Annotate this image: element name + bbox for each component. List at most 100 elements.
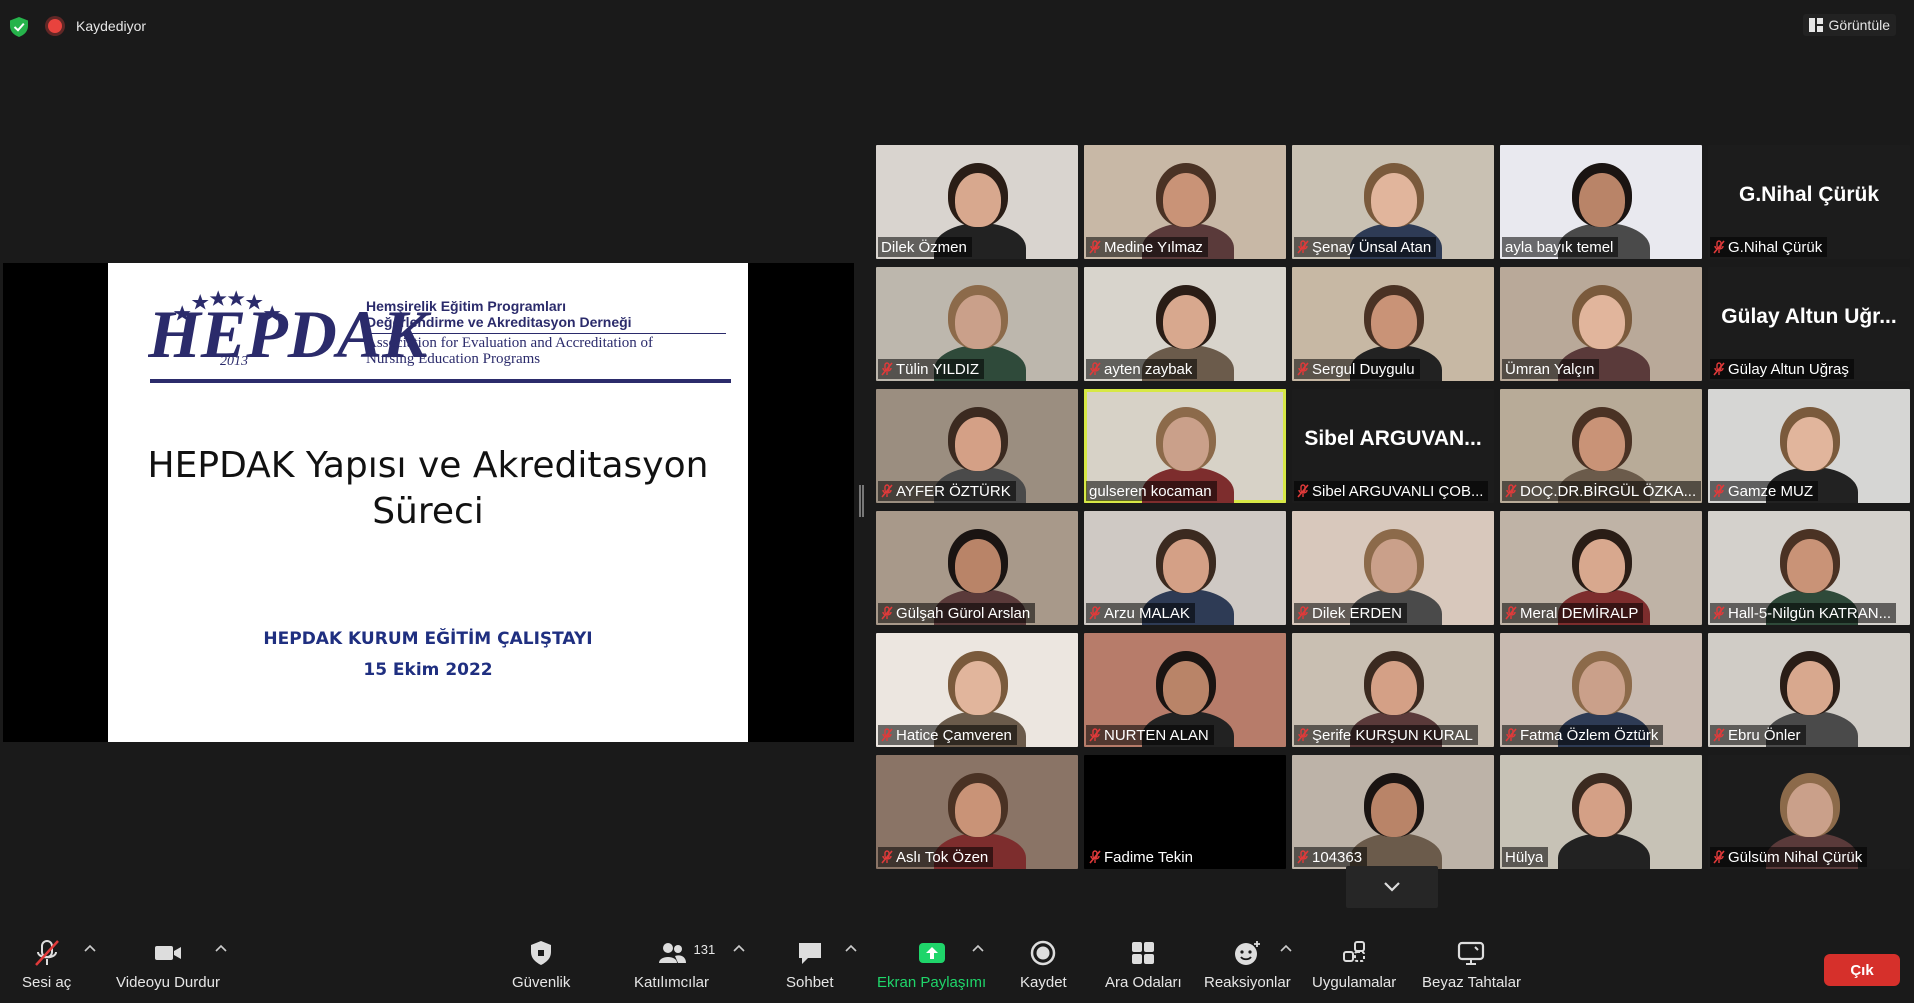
participant-tile[interactable]: Şerife KURŞUN KURAL [1292,633,1494,747]
participant-name-tag: DOÇ.DR.BİRGÜL ÖZKA... [1502,481,1702,501]
participant-name-tag: AYFER ÖZTÜRK [878,481,1016,501]
share-options-caret-icon[interactable] [972,944,984,952]
participant-tile[interactable]: NURTEN ALAN [1084,633,1286,747]
participant-name-tag: 104363 [1294,847,1368,867]
muted-mic-icon [881,728,893,742]
participant-tile[interactable]: 104363 [1292,755,1494,869]
participant-name: Fatma Özlem Öztürk [1520,726,1659,744]
participant-video-face [955,295,1001,349]
resize-handle[interactable] [859,485,864,517]
participant-name-tag: Tülin YILDIZ [878,359,985,379]
participant-name-tag: NURTEN ALAN [1086,725,1214,745]
security-shield-icon[interactable] [10,17,28,37]
participant-tile[interactable]: Meral DEMİRALP [1500,511,1702,625]
participant-video-face [955,661,1001,715]
participants-button[interactable]: 131 Katılımcılar [634,936,715,991]
participants-options-caret-icon[interactable] [733,944,745,952]
participant-display-name: Gülay Altun Uğr... [1721,305,1897,328]
security-button[interactable]: Güvenlik [512,936,570,991]
muted-mic-icon [1297,484,1309,498]
participant-video-face [1787,783,1833,837]
breakout-rooms-button[interactable]: Ara Odaları [1105,936,1182,991]
video-camera-icon [154,946,181,960]
whiteboard-button[interactable]: Beyaz Tahtalar [1422,936,1521,991]
recording-label: Kaydediyor [76,18,147,34]
participant-tile[interactable]: Fatma Özlem Öztürk [1500,633,1702,747]
reactions-button[interactable]: Reaksiyonlar [1204,936,1291,991]
unmute-button[interactable]: Sesi aç [22,936,71,991]
participant-name: Ümran Yalçın [1505,360,1595,378]
muted-mic-icon [1713,240,1725,254]
participant-video-body [1558,833,1650,869]
next-page-button[interactable] [1346,866,1438,908]
chat-options-caret-icon[interactable] [845,944,857,952]
participant-tile[interactable]: Medine Yılmaz [1084,145,1286,259]
apps-icon [1343,941,1366,962]
participant-tile[interactable]: Aslı Tok Özen [876,755,1078,869]
chat-button[interactable]: Sohbet [786,936,834,991]
participant-video-face [1371,173,1417,227]
muted-mic-icon [1297,606,1309,620]
muted-mic-icon [1505,606,1517,620]
slide-subtitle: HEPDAK KURUM EĞİTİM ÇALIŞTAYI [263,629,593,649]
participant-tile[interactable]: Sergul Duygulu [1292,267,1494,381]
shield-icon [531,941,552,965]
share-screen-button[interactable]: Ekran Paylaşımı [877,936,986,991]
participant-name-tag: Sergul Duygulu [1294,359,1420,379]
participant-tile[interactable]: Gülay Altun Uğr... Gülay Altun Uğraş [1708,267,1910,381]
participant-video-face [1163,539,1209,593]
participant-tile[interactable]: Dilek Özmen [876,145,1078,259]
participant-tile[interactable]: Dilek ERDEN [1292,511,1494,625]
participant-name: G.Nihal Çürük [1728,238,1823,256]
participant-name: ayla bayık temel [1505,238,1614,256]
participant-name: Tülin YILDIZ [896,360,980,378]
participant-grid: Dilek Özmen Medine Yılmaz Şenay Ünsal Atan… [876,145,1910,869]
participant-name-tag: Şenay Ünsal Atan [1294,237,1437,257]
participant-name: Gülşah Gürol Arslan [896,604,1031,622]
participant-tile[interactable]: Fadime Tekin [1084,755,1286,869]
participant-video-face [955,783,1001,837]
audio-options-caret-icon[interactable] [84,944,96,952]
participant-tile[interactable]: Ebru Önler [1708,633,1910,747]
participant-tile[interactable]: Ümran Yalçın [1500,267,1702,381]
participant-name-tag: G.Nihal Çürük [1710,237,1828,257]
participant-tile[interactable]: Gülsüm Nihal Çürük [1708,755,1910,869]
view-button[interactable]: Görüntüle [1802,14,1896,36]
participants-icon [658,943,686,963]
shared-screen[interactable]: HEPDAK 2013 Hemşirelik Eğitim Programlar… [3,263,854,742]
participant-video-face [1787,661,1833,715]
participant-tile[interactable]: Hülya [1500,755,1702,869]
participant-name-tag: Şerife KURŞUN KURAL [1294,725,1478,745]
participant-tile[interactable]: Gülşah Gürol Arslan [876,511,1078,625]
reactions-options-caret-icon[interactable] [1280,944,1292,952]
participant-tile[interactable]: DOÇ.DR.BİRGÜL ÖZKA... [1500,389,1702,503]
participant-name: gulseren kocaman [1089,482,1212,500]
participant-name-tag: Gülsüm Nihal Çürük [1710,847,1868,867]
stop-video-button[interactable]: Videoyu Durdur [116,936,220,991]
video-options-caret-icon[interactable] [215,944,227,952]
participant-tile[interactable]: ayten zaybak [1084,267,1286,381]
participant-tile[interactable]: Arzu MALAK [1084,511,1286,625]
view-label: Görüntüle [1828,17,1890,33]
participant-name: Dilek Özmen [881,238,967,256]
participant-video-face [1579,783,1625,837]
participant-tile[interactable]: Şenay Ünsal Atan [1292,145,1494,259]
participant-name: Fadime Tekin [1104,848,1193,866]
share-screen-arrow-icon [918,943,945,963]
leave-button[interactable]: Çık [1824,954,1900,986]
participant-tile[interactable]: Hall-5-Nilgün KATRAN... [1708,511,1910,625]
participant-tile[interactable]: Gamze MUZ [1708,389,1910,503]
participant-video-face [1579,417,1625,471]
participant-tile[interactable]: Sibel ARGUVAN... Sibel ARGUVANLI ÇOB... [1292,389,1494,503]
apps-button[interactable]: Uygulamalar [1312,936,1396,991]
participant-name: Dilek ERDEN [1312,604,1403,622]
participant-tile[interactable]: Hatice Çamveren [876,633,1078,747]
record-button[interactable]: Kaydet [1020,936,1067,991]
participant-video-face [1163,295,1209,349]
participant-tile[interactable]: gulseren kocaman [1084,389,1286,503]
participant-tile[interactable]: Tülin YILDIZ [876,267,1078,381]
participant-tile[interactable]: AYFER ÖZTÜRK [876,389,1078,503]
participant-tile[interactable]: ayla bayık temel [1500,145,1702,259]
participant-video-face [955,539,1001,593]
participant-tile[interactable]: G.Nihal Çürük G.Nihal Çürük [1708,145,1910,259]
